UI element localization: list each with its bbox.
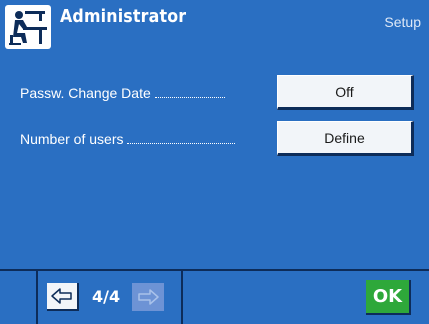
number-of-users-define-button[interactable]: Define [277,121,414,156]
leader-dots [154,86,225,98]
leader-dots [127,132,236,144]
settings-list: Passw. Change Date Off Number of users D… [0,54,429,269]
page-counter: 4/4 [92,287,121,306]
password-change-date-value: Off [335,83,354,100]
setting-label: Passw. Change Date [20,85,225,101]
arrow-right-icon [138,289,159,305]
arrow-left-icon [51,288,72,304]
setting-label: Number of users [20,131,236,147]
setting-label-text: Passw. Change Date [20,85,151,101]
setting-row-password-change-date: Passw. Change Date Off [0,70,429,114]
number-of-users-value: Define [324,129,365,146]
header-bar: Administrator Setup [0,0,429,54]
footer-divider [181,271,183,324]
administrator-setup-screen: Administrator Setup Passw. Change Date O… [0,0,429,324]
password-change-date-button[interactable]: Off [277,75,414,110]
page-title: Administrator [60,6,187,27]
ok-button[interactable]: OK [366,280,411,315]
administrator-icon [5,5,51,49]
setting-row-number-of-users: Number of users Define [0,116,429,160]
footer-divider [36,271,38,324]
setting-label-text: Number of users [20,131,124,147]
previous-page-button[interactable] [47,283,79,311]
footer-bar: 4/4 OK [0,269,429,324]
next-page-button[interactable] [132,283,164,311]
mode-label: Setup [384,14,421,30]
ok-label: OK [372,286,403,307]
